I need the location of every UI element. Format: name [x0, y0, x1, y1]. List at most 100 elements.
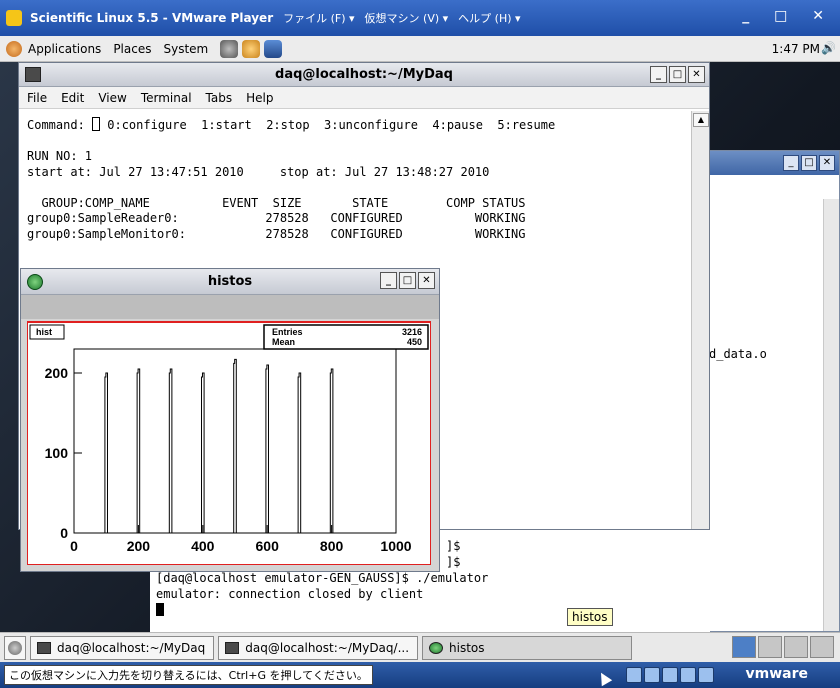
run-number: RUN NO: 1 [27, 149, 93, 163]
histogram-peak-3 [169, 369, 172, 533]
workspace-4[interactable] [810, 636, 834, 658]
terminal-titlebar[interactable]: daq@localhost:~/MyDaq _ □ ✕ [19, 63, 709, 87]
cdrom-icon[interactable] [644, 667, 660, 683]
histogram-peak-8 [330, 369, 333, 533]
menu-view[interactable]: View [98, 91, 126, 105]
close-button[interactable]: ✕ [688, 66, 705, 83]
histogram-peak-2 [137, 369, 140, 533]
x-tick-label: 400 [191, 538, 215, 554]
floppy-icon[interactable] [662, 667, 678, 683]
terminal-scrollbar[interactable]: ▲ [691, 111, 709, 529]
input-grab-hint: この仮想マシンに入力先を切り替えるには、Ctrl+G を押してください。 [4, 665, 373, 685]
panel-menu-places[interactable]: Places [113, 42, 151, 56]
menu-help[interactable]: Help [246, 91, 273, 105]
partial-prompt-1: ]$ [446, 539, 461, 553]
taskbar-item-label: histos [449, 640, 485, 655]
stats-entries-value: 3216 [402, 327, 422, 337]
y-tick-label: 0 [60, 525, 68, 541]
terminal-icon [37, 641, 51, 654]
applications-icon[interactable] [6, 40, 22, 57]
histos-title: histos [207, 274, 253, 289]
histogram-peak-6 [266, 365, 269, 533]
terminal-window-controls[interactable]: _ □ ✕ [650, 66, 705, 83]
menu-terminal[interactable]: Terminal [141, 91, 192, 105]
histogram-peak-4 [202, 373, 205, 533]
vmware-logo: vmware [745, 666, 809, 682]
emulator-message-line: emulator: connection closed by client [156, 587, 424, 601]
stats-mean-value: 450 [407, 337, 422, 347]
workspace-2[interactable] [758, 636, 782, 658]
network-icon[interactable] [680, 667, 696, 683]
file-name-fragment[interactable]: d_data.o [709, 347, 767, 361]
workspace-switcher[interactable] [732, 636, 834, 658]
x-tick-label: 200 [127, 538, 151, 554]
panel-menu-system[interactable]: System [163, 42, 208, 56]
histogram-peak-5 [234, 359, 237, 533]
histogram-peak-7 [298, 373, 301, 533]
emulator-command-line: [daq@localhost emulator-GEN_GAUSS]$ ./em… [156, 571, 489, 585]
histos-toolbar-area [21, 295, 439, 319]
histogram-plot[interactable]: hist Entries 3216 Mean 450 0 200 400 600 800… [28, 323, 430, 563]
volume-icon[interactable]: 🔊 [821, 41, 836, 55]
background-window-controls[interactable]: _ □ ✕ [783, 155, 835, 171]
terminal-icon[interactable] [25, 67, 41, 82]
taskbar-item-terminal-1[interactable]: daq@localhost:~/MyDaq [30, 635, 215, 660]
close-button[interactable]: ✕ [819, 155, 835, 171]
command-cursor [92, 117, 101, 131]
show-desktop-icon [8, 640, 22, 655]
sound-icon[interactable] [698, 667, 714, 683]
background-window-scrollbar[interactable] [823, 199, 839, 631]
hist-label: hist [36, 327, 52, 337]
terminal-cursor [156, 603, 164, 616]
y-tick-label: 200 [45, 365, 69, 381]
email-launcher-icon[interactable] [242, 39, 261, 58]
scroll-up-arrow-icon[interactable]: ▲ [693, 113, 709, 127]
taskbar-item-label: daq@localhost:~/MyDaq [57, 640, 206, 655]
maximize-button[interactable]: □ [801, 155, 817, 171]
partial-prompt-2: ]$ [446, 555, 461, 569]
vmware-app-icon [6, 10, 22, 26]
root-app-icon [429, 641, 444, 654]
command-prompt: Command: [27, 118, 93, 132]
status-table-header: GROUP:COMP_NAME EVENT SIZE STATE COMP ST… [27, 195, 526, 210]
panel-menu-applications[interactable]: Applications [28, 42, 101, 56]
close-button[interactable]: ✕ [418, 272, 435, 289]
minimize-button[interactable]: _ [380, 272, 397, 289]
histos-titlebar[interactable]: histos _ □ ✕ [21, 269, 439, 295]
x-tick-label: 600 [256, 538, 280, 554]
panel-clock[interactable]: 1:47 PM [772, 42, 820, 56]
status-row-monitor: group0:SampleMonitor0: 278528 CONFIGURED… [27, 226, 526, 241]
vmware-menu-help[interactable]: ヘルプ (H) ▾ [458, 10, 520, 26]
device-status-icons[interactable] [626, 667, 714, 683]
maximize-button[interactable]: □ [669, 66, 686, 83]
gnome-bottom-taskbar: daq@localhost:~/MyDaq daq@localhost:~/My… [0, 632, 840, 662]
stats-entries-label: Entries [272, 327, 303, 337]
minimize-button[interactable]: _ [650, 66, 667, 83]
workspace-3[interactable] [784, 636, 808, 658]
menu-edit[interactable]: Edit [61, 91, 84, 105]
command-options: 0:configure 1:start 2:stop 3:unconfigure… [100, 118, 556, 132]
taskbar-tooltip: histos [567, 608, 613, 626]
vmware-window-controls[interactable]: _ □ ✕ [742, 8, 834, 24]
show-desktop-button[interactable] [4, 635, 26, 660]
root-app-icon[interactable] [27, 274, 43, 290]
vmware-menu-file[interactable]: ファイル (F) ▾ [283, 10, 354, 26]
note-launcher-icon[interactable] [264, 39, 283, 58]
histos-window[interactable]: histos _ □ ✕ hist Entries 3216 Mean 450 … [20, 268, 440, 572]
workspace-1[interactable] [732, 636, 756, 658]
x-tick-label: 1000 [380, 538, 411, 554]
menu-file[interactable]: File [27, 91, 47, 105]
menu-tabs[interactable]: Tabs [206, 91, 233, 105]
status-row-reader: group0:SampleReader0: 278528 CONFIGURED … [27, 211, 526, 225]
maximize-button[interactable]: □ [399, 272, 416, 289]
histogram-canvas[interactable]: hist Entries 3216 Mean 450 0 200 400 600 800… [27, 321, 431, 565]
run-times: start at: Jul 27 13:47:51 2010 stop at: … [27, 164, 490, 179]
vmware-menu-vm[interactable]: 仮想マシン (V) ▾ [365, 10, 449, 26]
taskbar-item-histos[interactable]: histos [422, 635, 633, 660]
hard-disk-icon[interactable] [626, 667, 642, 683]
x-tick-label: 800 [320, 538, 344, 554]
taskbar-item-terminal-2[interactable]: daq@localhost:~/MyDaq/... [218, 635, 419, 660]
browser-launcher-icon[interactable] [220, 39, 239, 58]
minimize-button[interactable]: _ [783, 155, 799, 171]
histos-window-controls[interactable]: _ □ ✕ [380, 272, 435, 289]
